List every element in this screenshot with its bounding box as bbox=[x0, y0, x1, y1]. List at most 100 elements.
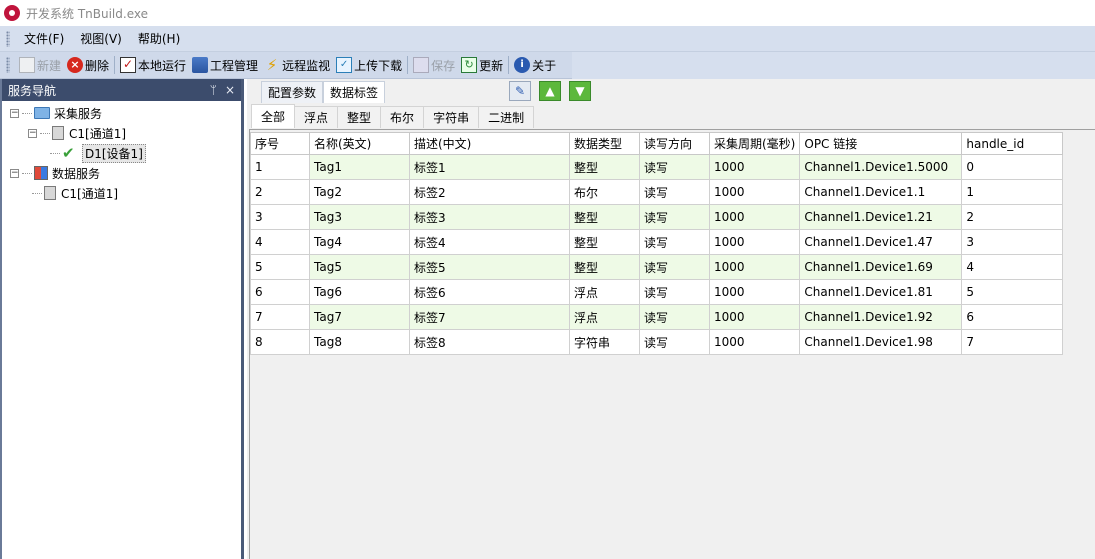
table-cell[interactable]: 3 bbox=[961, 229, 1064, 255]
column-header[interactable]: 读写方向 bbox=[639, 132, 710, 155]
tree-node-channel1[interactable]: − C1[通道1] bbox=[2, 123, 241, 143]
table-cell[interactable]: 读写 bbox=[639, 154, 710, 180]
sub-tab-all[interactable]: 全部 bbox=[251, 104, 296, 128]
table-cell[interactable]: 1000 bbox=[708, 204, 801, 230]
table-cell[interactable]: 1000 bbox=[708, 179, 801, 205]
project-manage-button[interactable]: 工程管理 bbox=[189, 54, 261, 76]
table-cell[interactable]: Channel1.Device1.81 bbox=[799, 279, 963, 305]
table-cell[interactable]: 1000 bbox=[708, 304, 801, 330]
table-cell[interactable]: 整型 bbox=[569, 204, 640, 230]
table-cell[interactable]: 5 bbox=[250, 254, 310, 280]
table-cell[interactable]: 4 bbox=[961, 254, 1064, 280]
table-cell[interactable]: 浮点 bbox=[569, 279, 640, 305]
table-cell[interactable]: Tag4 bbox=[309, 229, 410, 255]
table-cell[interactable]: Channel1.Device1.98 bbox=[799, 329, 963, 355]
table-row[interactable]: 8 Tag8 标签8 字符串 读写 1000 Channel1.Device1.… bbox=[250, 329, 1064, 355]
column-header[interactable]: 名称(英文) bbox=[309, 132, 410, 155]
table-cell[interactable]: 标签2 bbox=[409, 179, 570, 205]
collapse-icon[interactable]: − bbox=[28, 128, 37, 138]
move-down-icon[interactable]: ▼ bbox=[569, 81, 591, 101]
tab-config-params[interactable]: 配置参数 bbox=[261, 81, 324, 103]
menu-help[interactable]: 帮助(H) bbox=[130, 30, 188, 47]
table-cell[interactable]: 8 bbox=[250, 329, 310, 355]
table-cell[interactable]: Tag3 bbox=[309, 204, 410, 230]
table-row[interactable]: 7 Tag7 标签7 浮点 读写 1000 Channel1.Device1.9… bbox=[250, 304, 1064, 330]
table-cell[interactable]: 1000 bbox=[708, 329, 801, 355]
column-header[interactable]: OPC 链接 bbox=[799, 132, 963, 155]
table-cell[interactable]: 标签5 bbox=[409, 254, 570, 280]
table-cell[interactable]: 字符串 bbox=[569, 329, 640, 355]
table-cell[interactable]: Tag8 bbox=[309, 329, 410, 355]
remote-monitor-button[interactable]: ⚡ 远程监视 bbox=[261, 54, 333, 76]
run-local-button[interactable]: ✓ 本地运行 bbox=[117, 54, 189, 76]
edit-icon[interactable]: ✎ bbox=[509, 81, 531, 101]
column-header[interactable]: 序号 bbox=[250, 132, 310, 155]
table-cell[interactable]: 读写 bbox=[639, 304, 710, 330]
tree-node-data-channel1[interactable]: C1[通道1] bbox=[2, 183, 241, 203]
table-row[interactable]: 6 Tag6 标签6 浮点 读写 1000 Channel1.Device1.8… bbox=[250, 279, 1064, 305]
table-cell[interactable]: Tag2 bbox=[309, 179, 410, 205]
column-header[interactable]: 采集周期(毫秒) bbox=[708, 132, 801, 155]
table-cell[interactable]: Tag1 bbox=[309, 154, 410, 180]
table-cell[interactable]: 浮点 bbox=[569, 304, 640, 330]
table-cell[interactable]: 6 bbox=[961, 304, 1064, 330]
tree-node-data-service[interactable]: − 数据服务 bbox=[2, 163, 241, 183]
table-cell[interactable]: 标签1 bbox=[409, 154, 570, 180]
menu-view[interactable]: 视图(V) bbox=[72, 30, 130, 47]
table-cell[interactable]: 1000 bbox=[708, 254, 801, 280]
table-row[interactable]: 3 Tag3 标签3 整型 读写 1000 Channel1.Device1.2… bbox=[250, 204, 1064, 230]
table-cell[interactable]: 0 bbox=[961, 154, 1064, 180]
table-cell[interactable]: 整型 bbox=[569, 254, 640, 280]
table-cell[interactable]: 整型 bbox=[569, 229, 640, 255]
table-cell[interactable]: 6 bbox=[250, 279, 310, 305]
table-cell[interactable]: Tag6 bbox=[309, 279, 410, 305]
column-header[interactable]: handle_id bbox=[961, 132, 1064, 155]
table-cell[interactable]: 标签3 bbox=[409, 204, 570, 230]
table-cell[interactable]: 2 bbox=[250, 179, 310, 205]
collapse-icon[interactable]: − bbox=[10, 168, 19, 178]
about-button[interactable]: i 关于 bbox=[511, 54, 559, 76]
table-row[interactable]: 5 Tag5 标签5 整型 读写 1000 Channel1.Device1.6… bbox=[250, 254, 1064, 280]
menu-file[interactable]: 文件(F) bbox=[16, 30, 72, 47]
column-header[interactable]: 数据类型 bbox=[569, 132, 640, 155]
table-cell[interactable]: Channel1.Device1.21 bbox=[799, 204, 963, 230]
sub-tab-int[interactable]: 整型 bbox=[337, 106, 382, 128]
table-row[interactable]: 2 Tag2 标签2 布尔 读写 1000 Channel1.Device1.1… bbox=[250, 179, 1064, 205]
close-icon[interactable]: × bbox=[225, 83, 235, 97]
table-cell[interactable]: 1 bbox=[250, 154, 310, 180]
table-cell[interactable]: 1000 bbox=[708, 279, 801, 305]
table-cell[interactable]: Channel1.Device1.69 bbox=[799, 254, 963, 280]
tab-data-tags[interactable]: 数据标签 bbox=[323, 81, 386, 103]
sub-tab-string[interactable]: 字符串 bbox=[423, 106, 480, 128]
table-cell[interactable]: 标签8 bbox=[409, 329, 570, 355]
table-cell[interactable]: Channel1.Device1.92 bbox=[799, 304, 963, 330]
table-cell[interactable]: 5 bbox=[961, 279, 1064, 305]
sub-tab-float[interactable]: 浮点 bbox=[294, 106, 339, 128]
table-cell[interactable]: Channel1.Device1.1 bbox=[799, 179, 963, 205]
table-cell[interactable]: 1000 bbox=[708, 154, 801, 180]
table-cell[interactable]: Channel1.Device1.47 bbox=[799, 229, 963, 255]
table-cell[interactable]: 2 bbox=[961, 204, 1064, 230]
table-cell[interactable]: 7 bbox=[961, 329, 1064, 355]
table-cell[interactable]: 布尔 bbox=[569, 179, 640, 205]
sub-tab-binary[interactable]: 二进制 bbox=[478, 106, 535, 128]
table-cell[interactable]: 标签4 bbox=[409, 229, 570, 255]
table-cell[interactable]: 标签7 bbox=[409, 304, 570, 330]
tree-node-device1[interactable]: ✔ D1[设备1] bbox=[2, 143, 241, 163]
refresh-button[interactable]: ↻ 更新 bbox=[458, 54, 506, 76]
table-cell[interactable]: 读写 bbox=[639, 204, 710, 230]
table-cell[interactable]: Tag7 bbox=[309, 304, 410, 330]
table-cell[interactable]: Channel1.Device1.5000 bbox=[799, 154, 963, 180]
column-header[interactable]: 描述(中文) bbox=[409, 132, 570, 155]
collapse-icon[interactable]: − bbox=[10, 108, 19, 118]
table-cell[interactable]: 4 bbox=[250, 229, 310, 255]
table-row[interactable]: 1 Tag1 标签1 整型 读写 1000 Channel1.Device1.5… bbox=[250, 154, 1064, 180]
pin-icon[interactable]: ᛘ bbox=[210, 83, 217, 97]
table-cell[interactable]: 读写 bbox=[639, 254, 710, 280]
table-cell[interactable]: 读写 bbox=[639, 179, 710, 205]
table-cell[interactable]: 7 bbox=[250, 304, 310, 330]
table-cell[interactable]: 读写 bbox=[639, 229, 710, 255]
delete-button[interactable]: × 删除 bbox=[64, 54, 112, 76]
upload-download-button[interactable]: ✓ 上传下载 bbox=[333, 54, 405, 76]
new-button[interactable]: 新建 bbox=[16, 54, 64, 76]
